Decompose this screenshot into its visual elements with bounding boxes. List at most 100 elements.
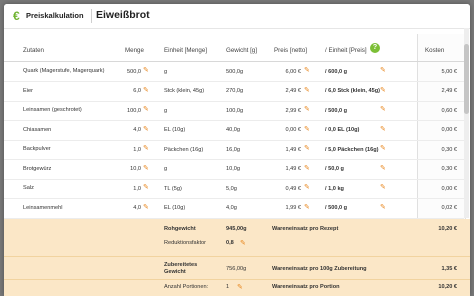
app-title: Preiskalkulation — [26, 11, 84, 20]
edit-price-icon[interactable]: ✎ — [304, 203, 310, 211]
wareneinsatz-rezept-label: Wareneinsatz pro Rezept — [272, 226, 339, 232]
weight-value: 5,0g — [226, 185, 237, 192]
column-header-kosten: Kosten — [425, 47, 445, 54]
column-header-einheit-menge: Einheit [Menge] — [164, 47, 207, 54]
column-header-zutaten: Zutaten — [23, 47, 44, 54]
unit-value: Stck (klein, 45g) — [164, 88, 205, 94]
recipe-title: Eiweißbrot — [96, 9, 150, 21]
ingredient-name: Brotgewürz — [23, 165, 52, 172]
wareneinsatz-portion-value: 10,20 € — [438, 284, 457, 290]
euro-logo-icon: € — [13, 9, 20, 23]
ingredient-name: Chiasamen — [23, 126, 52, 133]
ingredient-name: Leinsamen (geschrotet) — [23, 107, 82, 114]
cost-value: 0,60 € — [441, 107, 457, 114]
table-row: Leinsamen (geschrotet) 100,0 ✎ g 100,0g 2,99 … — [4, 101, 464, 121]
price-value: 6,00 € — [285, 68, 301, 75]
cost-value: 0,30 € — [441, 146, 457, 153]
table-row: Leinsamenmehl 4,0 ✎ EL (10g) 4,0g 1,99 € ✎/ 50… — [4, 199, 464, 219]
edit-unit-icon[interactable]: ✎ — [380, 203, 386, 211]
weight-value: 4,0g — [226, 205, 237, 211]
edit-unit-icon[interactable]: ✎ — [380, 66, 386, 74]
ingredient-name: Eier — [23, 87, 33, 94]
weight-value: 500,0g — [226, 68, 244, 75]
dialog-header: € Preiskalkulation Eiweißbrot — [4, 4, 470, 29]
per-unit-value: / 1,0 kg — [325, 185, 344, 192]
edit-amount-icon[interactable]: ✎ — [143, 86, 149, 94]
edit-amount-icon[interactable]: ✎ — [143, 144, 149, 152]
unit-value: g — [164, 166, 168, 172]
portionen-value: 1 — [226, 284, 230, 290]
per-unit-value: / 500,0 g — [325, 205, 348, 211]
edit-price-icon[interactable]: ✎ — [304, 66, 310, 74]
edit-amount-icon[interactable]: ✎ — [143, 66, 149, 74]
cost-value: 0,02 € — [441, 205, 457, 211]
ingredient-name: Leinsamenmehl — [23, 204, 63, 211]
zubereitet-value: 756,00g — [226, 266, 247, 272]
edit-amount-icon[interactable]: ✎ — [143, 183, 149, 191]
table-row: Backpulver 1,0 ✎ Päckchen (16g) 16,0g 1,49 € ✎… — [4, 140, 464, 160]
edit-amount-icon[interactable]: ✎ — [143, 125, 149, 133]
wareneinsatz-100g-label: Wareneinsatz pro 100g Zubereitung — [272, 266, 367, 272]
help-icon[interactable]: ? — [370, 43, 380, 53]
price-value: 2,49 € — [285, 88, 301, 94]
scrollbar-thumb[interactable] — [464, 44, 469, 114]
edit-amount-icon[interactable]: ✎ — [143, 164, 149, 172]
column-header-menge: Menge — [125, 47, 144, 54]
rohgewicht-label: Rohgewicht — [164, 226, 196, 232]
header-divider — [91, 9, 92, 23]
weight-value: 10,0g — [226, 166, 240, 172]
table-row: Eier 6,0 ✎ Stck (klein, 45g) 270,0g 2,49 € ✎ / … — [4, 82, 464, 102]
edit-unit-icon[interactable]: ✎ — [380, 164, 386, 172]
edit-price-icon[interactable]: ✎ — [304, 86, 310, 94]
edit-reduktionsfaktor-icon[interactable]: ✎ — [240, 239, 246, 247]
edit-price-icon[interactable]: ✎ — [304, 125, 310, 133]
column-header-preis: Preis [netto] — [274, 47, 308, 54]
ingredient-name: Quark (Magerstufe, Magerquark) — [23, 68, 105, 75]
edit-unit-icon[interactable]: ✎ — [380, 144, 386, 152]
unit-value: g — [164, 68, 168, 75]
edit-price-icon[interactable]: ✎ — [304, 183, 310, 191]
column-header-gewicht: Gewicht [g] — [226, 47, 257, 54]
edit-unit-icon[interactable]: ✎ — [380, 86, 386, 94]
unit-value: Päckchen (16g) — [164, 146, 204, 153]
price-value: 0,00 € — [285, 127, 301, 133]
unit-value: EL (10g) — [164, 127, 186, 133]
edit-price-icon[interactable]: ✎ — [304, 164, 310, 172]
unit-value: TL (5g) — [164, 185, 182, 192]
amount-value: 500,0 — [127, 68, 141, 75]
weight-value: 16,0g — [226, 146, 240, 153]
price-value: 1,49 € — [285, 146, 301, 153]
amount-value: 4,0 — [133, 205, 141, 211]
per-unit-value: / 600,0 g — [325, 68, 348, 75]
edit-unit-icon[interactable]: ✎ — [380, 125, 386, 133]
rohgewicht-value: 945,00g — [226, 226, 247, 232]
wareneinsatz-rezept-value: 10,20 € — [438, 226, 457, 232]
amount-value: 1,0 — [133, 146, 141, 153]
edit-price-icon[interactable]: ✎ — [304, 144, 310, 152]
price-calculation-dialog: € Preiskalkulation Eiweißbrot Zutaten Me… — [4, 4, 470, 296]
edit-unit-icon[interactable]: ✎ — [380, 105, 386, 113]
ingredient-name: Salz — [23, 185, 34, 192]
cost-value: 2,49 € — [441, 88, 457, 94]
amount-value: 10,0 — [130, 166, 141, 172]
amount-value: 6,0 — [133, 88, 141, 94]
price-value: 1,49 € — [285, 166, 301, 172]
ingredient-name: Backpulver — [23, 146, 51, 153]
edit-amount-icon[interactable]: ✎ — [143, 105, 149, 113]
edit-amount-icon[interactable]: ✎ — [143, 203, 149, 211]
summary-panel: Rohgewicht 945,00g Wareneinsatz pro Reze… — [4, 219, 470, 296]
edit-price-icon[interactable]: ✎ — [304, 105, 310, 113]
summary-row-zubereitet: Zubereitetes Gewicht 756,00g Wareneinsat… — [4, 256, 470, 279]
amount-value: 100,0 — [127, 107, 141, 114]
wareneinsatz-100g-value: 1,35 € — [441, 266, 457, 272]
table-row: Chiasamen 4,0 ✎ EL (10g) 40,0g 0,00 € ✎/ 0,0 E… — [4, 121, 464, 141]
wareneinsatz-portion-label: Wareneinsatz pro Portion — [272, 284, 340, 290]
edit-portionen-icon[interactable]: ✎ — [237, 283, 243, 291]
table-row: Salz 1,0 ✎ TL (5g) 5,0g 0,49 € ✎/ 1,0 kg ✎ 0,00 … — [4, 179, 464, 199]
amount-value: 1,0 — [133, 185, 141, 192]
price-value: 0,49 € — [285, 185, 301, 192]
cost-value: 0,30 € — [441, 166, 457, 172]
reduktionsfaktor-label: Reduktionsfaktor — [164, 240, 206, 246]
edit-unit-icon[interactable]: ✎ — [380, 183, 386, 191]
unit-value: g — [164, 107, 168, 114]
